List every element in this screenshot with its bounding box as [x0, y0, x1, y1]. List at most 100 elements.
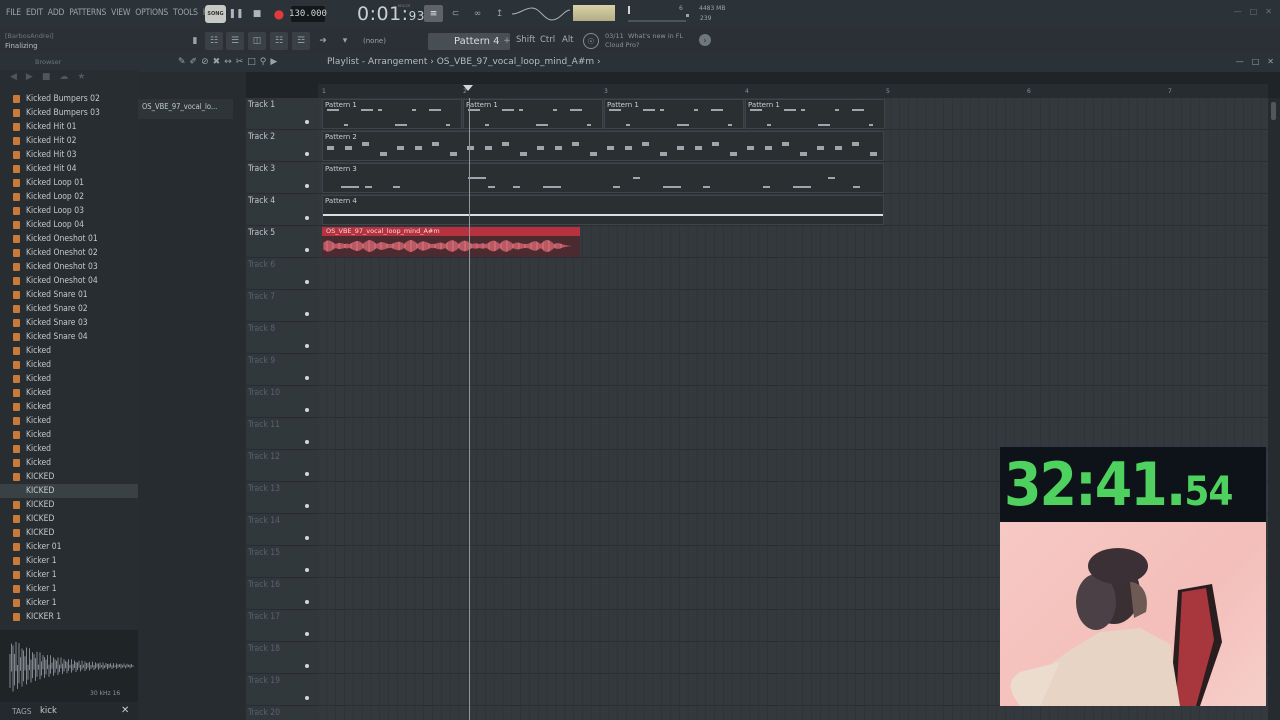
piano-roll-icon[interactable]: ◫	[248, 32, 266, 50]
track-mute-dot[interactable]	[305, 248, 309, 252]
track-mute-dot[interactable]	[305, 632, 309, 636]
timeline-ruler[interactable]: 1234567	[318, 84, 1268, 98]
browser-item[interactable]: Kicked Hit 02	[0, 134, 138, 148]
vertical-scrollbar[interactable]	[1268, 98, 1280, 720]
browser-item[interactable]: Kicked	[0, 344, 138, 358]
track-header[interactable]: Track 18	[246, 642, 318, 674]
track-header[interactable]: Track 3	[246, 162, 318, 194]
shift-key[interactable]: Shift	[516, 35, 535, 45]
track-mute-dot[interactable]	[305, 408, 309, 412]
track-mute-dot[interactable]	[305, 568, 309, 572]
browser-item[interactable]: Kicked	[0, 372, 138, 386]
track-header[interactable]: Track 5	[246, 226, 318, 258]
slice-icon[interactable]: ✂	[236, 57, 244, 67]
browser-item[interactable]: Kicked	[0, 358, 138, 372]
track-header[interactable]: Track 19	[246, 674, 318, 706]
browser-item[interactable]: Kicked Bumpers 03	[0, 106, 138, 120]
playhead-marker[interactable]	[463, 85, 473, 91]
channel-rack-icon[interactable]: ☰	[226, 32, 244, 50]
maximize-icon[interactable]: □	[1250, 7, 1258, 16]
menu-item-add[interactable]: ADD	[48, 8, 69, 18]
track-mute-dot[interactable]	[305, 600, 309, 604]
pattern-clip[interactable]: Pattern 4	[322, 195, 884, 225]
track-mute-dot[interactable]	[305, 664, 309, 668]
maximize-icon[interactable]: □	[1252, 57, 1260, 66]
track-header[interactable]: Track 2	[246, 130, 318, 162]
playback-icon[interactable]: ▶	[270, 57, 277, 67]
clear-search-icon[interactable]: ✕	[121, 705, 129, 716]
browser-item[interactable]: Kicker 1	[0, 568, 138, 582]
browser-item[interactable]: Kicker 1	[0, 554, 138, 568]
step-edit-icon[interactable]: ≡	[424, 5, 443, 22]
countdown-icon[interactable]: ⊂	[446, 5, 465, 22]
scroll-thumb[interactable]	[1271, 102, 1276, 120]
lock-icon[interactable]: ▮	[186, 32, 204, 50]
browser-item[interactable]: Kicked Oneshot 02	[0, 246, 138, 260]
track-header[interactable]: Track 4	[246, 194, 318, 226]
forward-icon[interactable]: ▶	[26, 72, 33, 86]
browser-item[interactable]: Kicked Loop 04	[0, 218, 138, 232]
browser-item[interactable]: Kicked	[0, 456, 138, 470]
track-header[interactable]: Track 12	[246, 450, 318, 482]
alt-key[interactable]: Alt	[562, 35, 574, 45]
track-header[interactable]: Track 16	[246, 578, 318, 610]
browser-item[interactable]: Kicked Loop 02	[0, 190, 138, 204]
track-header[interactable]: Track 15	[246, 546, 318, 578]
track-header[interactable]: Track 9	[246, 354, 318, 386]
browser-item[interactable]: KICKED	[0, 526, 138, 540]
mute-icon[interactable]: ✖	[213, 57, 221, 67]
menu-item-edit[interactable]: EDIT	[26, 8, 48, 18]
play-button[interactable]: ❚❚	[228, 5, 243, 23]
minimize-icon[interactable]: —	[1236, 57, 1244, 66]
browser-item[interactable]: KICKED	[0, 484, 138, 498]
track-mute-dot[interactable]	[305, 536, 309, 540]
track-header[interactable]: Track 20	[246, 706, 318, 720]
audio-clip[interactable]: OS_VBE_97_vocal_loop_mind_A#m	[322, 227, 581, 257]
browser-item[interactable]: Kicked	[0, 386, 138, 400]
menu-item-patterns[interactable]: PATTERNS	[69, 8, 111, 18]
browser-item[interactable]: Kicked Hit 01	[0, 120, 138, 134]
star-icon[interactable]: ★	[77, 72, 85, 86]
track-header[interactable]: Track 6	[246, 258, 318, 290]
browser-item[interactable]: Kicked	[0, 442, 138, 456]
microphone-icon[interactable]: ▾	[336, 32, 354, 50]
browser-item[interactable]: Kicker 1	[0, 582, 138, 596]
mixer-icon[interactable]: ☷	[270, 32, 288, 50]
track-mute-dot[interactable]	[305, 504, 309, 508]
browser-item[interactable]: KICKED	[0, 498, 138, 512]
tempo-display[interactable]: 130.000	[289, 6, 327, 22]
track-header[interactable]: Track 13	[246, 482, 318, 514]
news-icon[interactable]: ☉	[583, 33, 599, 49]
ctrl-key[interactable]: Ctrl	[540, 35, 555, 45]
folder-icon[interactable]: ■	[42, 72, 51, 86]
menu-item-options[interactable]: OPTIONS	[135, 8, 173, 18]
delete-icon[interactable]: ⊘	[201, 57, 209, 67]
browser-item[interactable]: KICKED	[0, 512, 138, 526]
track-mute-dot[interactable]	[305, 472, 309, 476]
select-icon[interactable]: □	[247, 57, 256, 67]
pat-song-toggle[interactable]: SONG	[205, 5, 226, 23]
tags-label[interactable]: TAGS	[12, 707, 32, 716]
close-icon[interactable]: ✕	[1265, 7, 1272, 16]
minimize-icon[interactable]: —	[1234, 7, 1242, 16]
picker-item[interactable]: OS_VBE_97_vocal_lo...	[142, 102, 228, 116]
track-header[interactable]: Track 11	[246, 418, 318, 450]
blend-icon[interactable]: ∞	[468, 5, 487, 22]
pattern-clip[interactable]: Pattern 1	[463, 99, 603, 129]
browser-item[interactable]: Kicked Hit 04	[0, 162, 138, 176]
output-selector[interactable]: (none)	[363, 37, 386, 45]
browser-item[interactable]: Kicked	[0, 414, 138, 428]
menu-item-view[interactable]: VIEW	[111, 8, 135, 18]
track-mute-dot[interactable]	[305, 696, 309, 700]
track-header[interactable]: Track 14	[246, 514, 318, 546]
browser-item[interactable]: Kicked Loop 01	[0, 176, 138, 190]
track-header[interactable]: Track 10	[246, 386, 318, 418]
pattern-clip[interactable]: Pattern 1	[745, 99, 885, 129]
pattern-clip[interactable]: Pattern 3	[322, 163, 884, 193]
browser-item[interactable]: Kicked Hit 03	[0, 148, 138, 162]
arrow-right-icon[interactable]: ➜	[314, 32, 332, 50]
track-mute-dot[interactable]	[305, 152, 309, 156]
track-mute-dot[interactable]	[305, 440, 309, 444]
track-mute-dot[interactable]	[305, 312, 309, 316]
time-display[interactable]: 0:01:93	[357, 3, 425, 25]
